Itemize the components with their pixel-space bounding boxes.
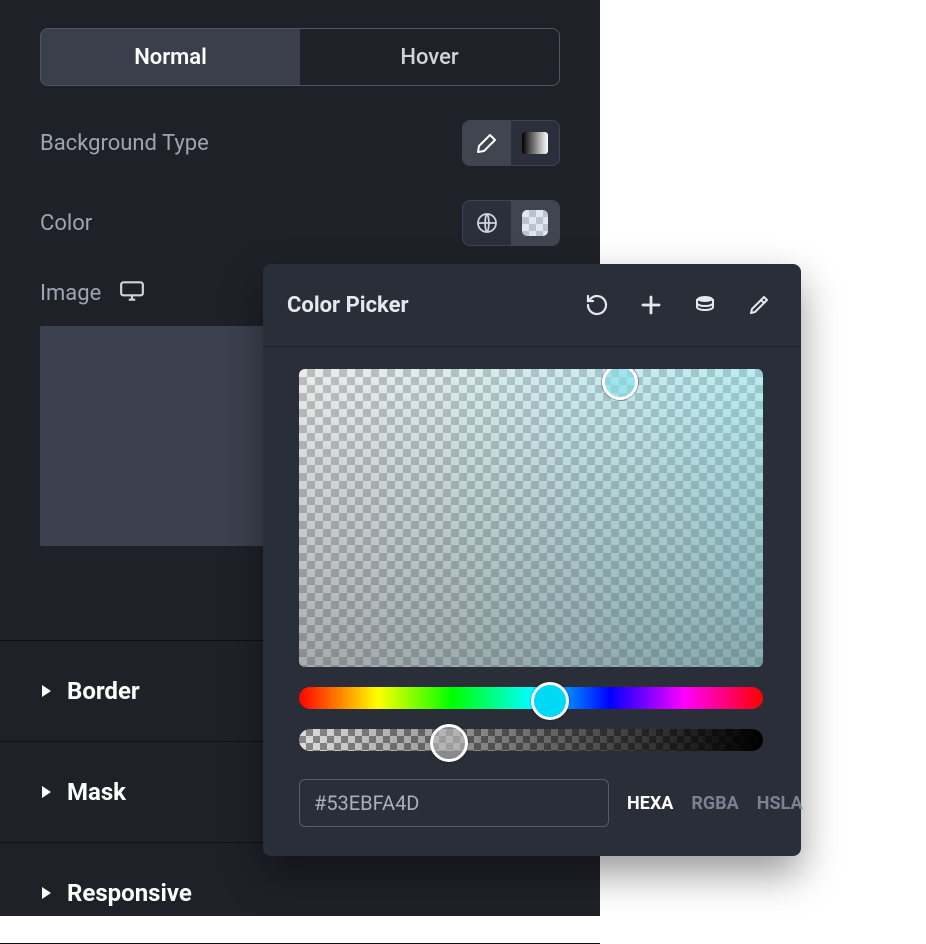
eyedropper-button[interactable] bbox=[747, 293, 771, 317]
format-rgba[interactable]: RGBA bbox=[691, 793, 738, 814]
background-type-gradient-button[interactable] bbox=[511, 121, 559, 165]
format-hsla[interactable]: HSLA bbox=[757, 793, 803, 814]
hue-slider[interactable] bbox=[299, 687, 763, 709]
background-type-row: Background Type bbox=[40, 120, 560, 166]
reset-button[interactable] bbox=[585, 293, 609, 317]
color-value-row: HEXA RGBA HSLA bbox=[299, 779, 765, 827]
eyedropper-icon bbox=[747, 293, 771, 317]
color-picker-toolbar bbox=[585, 293, 771, 317]
accordion-responsive-title: Responsive bbox=[67, 879, 192, 907]
color-picker-header: Color Picker bbox=[263, 264, 801, 347]
color-picker-popover: Color Picker bbox=[263, 264, 801, 856]
tab-hover[interactable]: Hover bbox=[300, 29, 559, 85]
color-row: Color bbox=[40, 200, 560, 246]
state-tabs: Normal Hover bbox=[40, 28, 560, 86]
accordion-border-title: Border bbox=[67, 677, 140, 705]
desktop-icon bbox=[119, 280, 145, 302]
color-value-input[interactable] bbox=[299, 779, 609, 827]
sv-gradient-dark bbox=[299, 369, 763, 667]
color-label: Color bbox=[40, 211, 92, 236]
accordion-mask-title: Mask bbox=[67, 778, 126, 806]
add-button[interactable] bbox=[639, 293, 663, 317]
format-hexa[interactable]: HEXA bbox=[627, 793, 673, 814]
saturation-value-field[interactable] bbox=[299, 369, 763, 667]
global-color-button[interactable] bbox=[463, 201, 511, 245]
accordion-responsive[interactable]: Responsive bbox=[0, 842, 600, 944]
undo-icon bbox=[585, 293, 609, 317]
hue-handle[interactable] bbox=[531, 682, 569, 720]
color-picker-body: HEXA RGBA HSLA bbox=[263, 347, 801, 827]
brush-icon bbox=[475, 131, 499, 155]
background-type-classic-button[interactable] bbox=[463, 121, 511, 165]
plus-icon bbox=[639, 293, 663, 317]
caret-right-icon bbox=[42, 887, 51, 899]
tab-normal[interactable]: Normal bbox=[41, 29, 300, 85]
responsive-device-button[interactable] bbox=[119, 280, 145, 306]
image-label: Image bbox=[40, 281, 101, 306]
alpha-handle[interactable] bbox=[430, 724, 468, 762]
caret-right-icon bbox=[42, 786, 51, 798]
swatches-button[interactable] bbox=[693, 293, 717, 317]
background-type-group bbox=[462, 120, 560, 166]
gradient-swatch-icon bbox=[522, 132, 548, 154]
alpha-slider[interactable] bbox=[299, 729, 763, 751]
caret-right-icon bbox=[42, 685, 51, 697]
color-swatch-icon bbox=[522, 210, 548, 236]
color-swatch-button[interactable] bbox=[511, 201, 559, 245]
color-picker-title: Color Picker bbox=[287, 293, 585, 318]
globe-icon bbox=[475, 211, 499, 235]
image-drop-zone[interactable] bbox=[40, 326, 268, 546]
background-type-label: Background Type bbox=[40, 131, 209, 156]
color-control-group bbox=[462, 200, 560, 246]
stack-icon bbox=[693, 293, 717, 317]
